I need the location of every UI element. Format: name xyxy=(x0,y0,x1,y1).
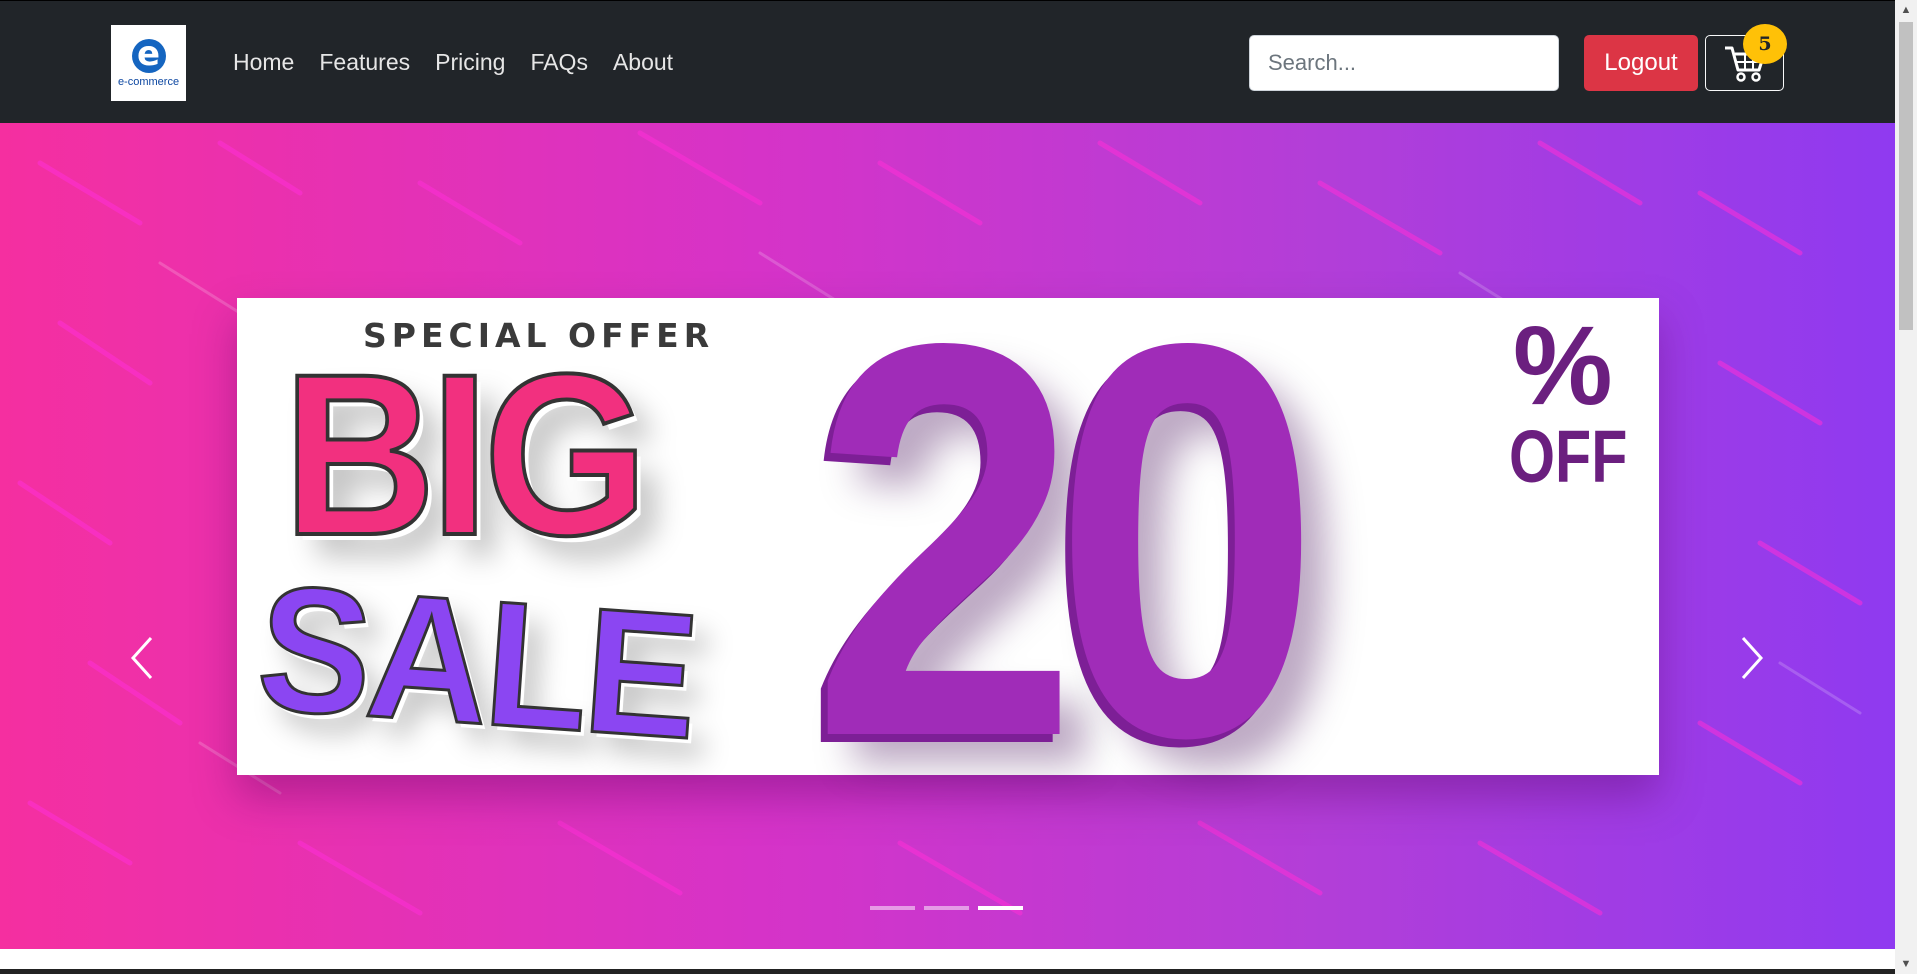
scroll-thumb[interactable] xyxy=(1899,22,1913,330)
navbar: e e-commerce Home Features Pricing FAQs … xyxy=(0,0,1895,124)
logout-button[interactable]: Logout xyxy=(1584,35,1698,91)
carousel-indicator-1[interactable] xyxy=(870,906,915,910)
carousel-next-button[interactable] xyxy=(1730,628,1774,688)
scroll-down-arrow-icon[interactable]: ▼ xyxy=(1895,954,1917,974)
nav-link-faqs[interactable]: FAQs xyxy=(530,49,588,76)
hero-carousel: SPECIAL OFFER 20 BIG SALE % OFF xyxy=(0,123,1895,949)
nav-link-about[interactable]: About xyxy=(613,49,673,76)
page-bottom-edge xyxy=(0,969,1895,974)
carousel-indicator-2[interactable] xyxy=(924,906,969,910)
sale-banner[interactable]: SPECIAL OFFER 20 BIG SALE % OFF xyxy=(237,260,1659,820)
banner-big-text: BIG xyxy=(281,326,650,583)
nav-links: Home Features Pricing FAQs About xyxy=(233,49,698,76)
nav-link-home[interactable]: Home xyxy=(233,49,294,76)
banner-sale-text: SALE xyxy=(251,546,703,778)
carousel-prev-button[interactable] xyxy=(120,628,164,688)
scroll-up-arrow-icon[interactable]: ▲ xyxy=(1895,0,1917,20)
logo-e-icon: e xyxy=(131,37,166,73)
cart-count-badge: 5 xyxy=(1743,24,1787,64)
nav-link-pricing[interactable]: Pricing xyxy=(435,49,505,76)
nav-link-features[interactable]: Features xyxy=(319,49,410,76)
logo[interactable]: e e-commerce xyxy=(111,25,186,101)
page-scrollbar[interactable]: ▲ ▼ xyxy=(1895,0,1917,974)
chevron-left-icon xyxy=(130,636,153,680)
banner-off-text: OFF xyxy=(1509,415,1628,498)
chevron-right-icon xyxy=(1741,636,1764,680)
carousel-indicator-3[interactable] xyxy=(978,906,1023,910)
banner-discount-amount: 20 xyxy=(811,227,1321,853)
logo-text: e-commerce xyxy=(117,75,180,88)
banner-percent-sign: % xyxy=(1513,303,1613,428)
carousel-indicators xyxy=(870,906,1032,910)
search-input[interactable] xyxy=(1249,35,1559,91)
